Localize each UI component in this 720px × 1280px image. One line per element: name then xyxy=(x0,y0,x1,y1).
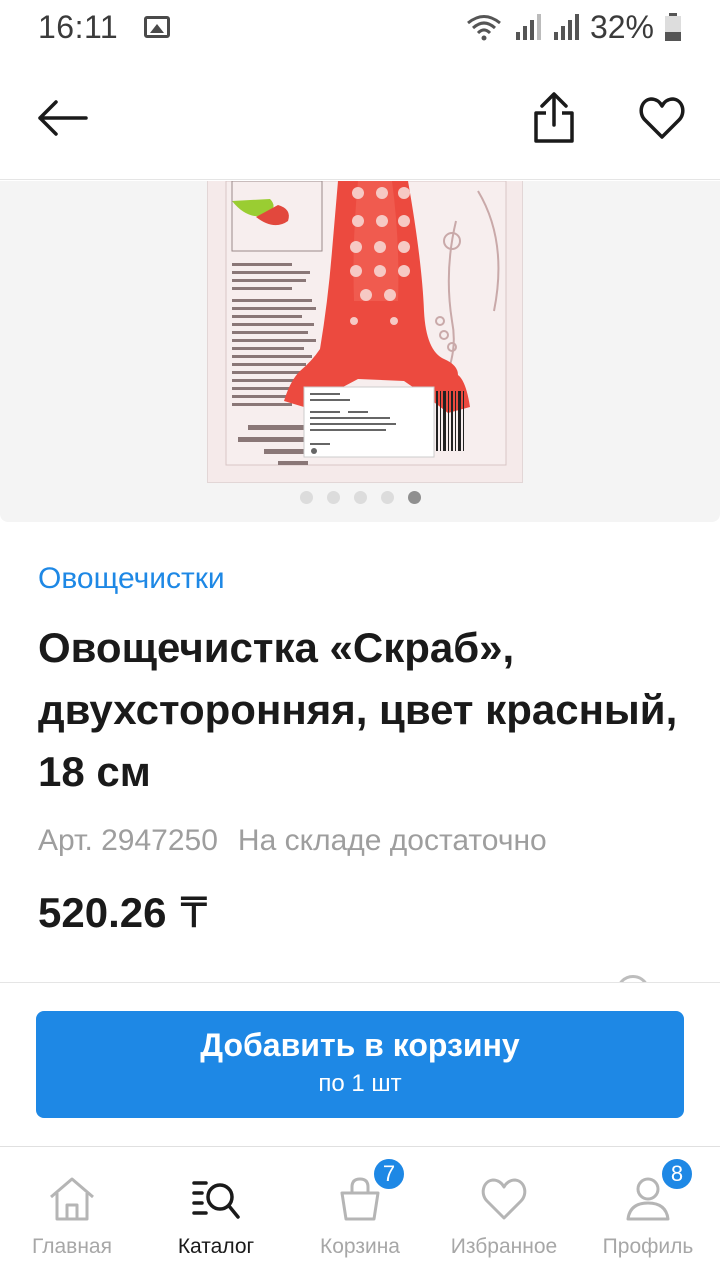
signal-icon-1 xyxy=(515,14,541,40)
catalog-search-icon xyxy=(192,1181,240,1219)
share-icon xyxy=(534,92,574,143)
add-to-cart-label: Добавить в корзину xyxy=(200,1027,520,1063)
heart-icon xyxy=(481,1178,527,1220)
tab-cart[interactable]: 7 Корзина xyxy=(288,1147,432,1280)
tab-profile[interactable]: 8 Профиль xyxy=(576,1147,720,1280)
article-number: Арт. 2947250 xyxy=(38,824,218,857)
pager-dot[interactable] xyxy=(299,491,313,504)
bottom-action-area: Добавить в корзину по 1 шт xyxy=(0,982,720,1146)
battery-percent: 32% xyxy=(589,8,654,45)
add-to-cart-quantity: по 1 шт xyxy=(318,1070,402,1097)
top-app-bar xyxy=(0,54,720,180)
tab-cart-label: Корзина xyxy=(320,1235,400,1258)
stock-status: На складе достаточно xyxy=(237,824,547,857)
wifi-icon xyxy=(467,15,501,41)
category-link[interactable]: Овощечистки xyxy=(38,562,225,596)
bottom-tab-bar: Главная Каталог 7 Корзина Избранное 8 Пр… xyxy=(0,1146,720,1280)
share-button[interactable] xyxy=(522,86,586,150)
gallery-pager[interactable] xyxy=(0,491,720,504)
status-time: 16:11 xyxy=(38,8,119,45)
profile-badge: 8 xyxy=(660,1157,694,1191)
product-title: Овощечистка «Скраб», двухсторонняя, цвет… xyxy=(38,624,678,795)
product-screen: 16:11 32% Овощечистки Овощечистка «Скраб… xyxy=(0,0,720,1280)
tab-favorites[interactable]: Избранное xyxy=(432,1147,576,1280)
gallery-notification-icon xyxy=(144,16,171,38)
signal-icon-2 xyxy=(553,14,579,40)
tab-profile-label: Профиль xyxy=(602,1235,694,1258)
back-button[interactable] xyxy=(30,86,94,150)
product-photo xyxy=(207,181,523,483)
tab-home-label: Главная xyxy=(32,1235,112,1258)
price-value: 520.26 xyxy=(38,888,167,936)
currency-sign: ₸ xyxy=(180,889,208,936)
favorite-button[interactable] xyxy=(630,86,694,150)
product-price: 520.26 ₸ xyxy=(38,888,207,937)
cart-badge: 7 xyxy=(372,1157,406,1191)
status-bar: 16:11 32% xyxy=(0,0,720,54)
pager-dot[interactable] xyxy=(353,491,367,504)
pager-dot[interactable] xyxy=(326,491,340,504)
pager-dot[interactable] xyxy=(380,491,394,504)
tab-catalog-label: Каталог xyxy=(177,1235,255,1258)
peeler-illustration xyxy=(225,181,507,466)
add-to-cart-button[interactable]: Добавить в корзину по 1 шт xyxy=(36,1011,684,1118)
tab-home[interactable]: Главная xyxy=(0,1147,144,1280)
status-right: 32% xyxy=(464,9,682,46)
product-meta: Арт. 2947250 На складе достаточно xyxy=(38,824,547,858)
tab-favorites-label: Избранное xyxy=(450,1235,558,1258)
battery-icon xyxy=(665,13,681,41)
product-image-gallery[interactable] xyxy=(0,181,720,522)
tab-catalog[interactable]: Каталог xyxy=(144,1147,288,1280)
heart-icon xyxy=(639,97,685,139)
pager-dot-active[interactable] xyxy=(407,491,421,504)
arrow-left-icon xyxy=(38,100,88,136)
home-icon xyxy=(50,1177,94,1221)
